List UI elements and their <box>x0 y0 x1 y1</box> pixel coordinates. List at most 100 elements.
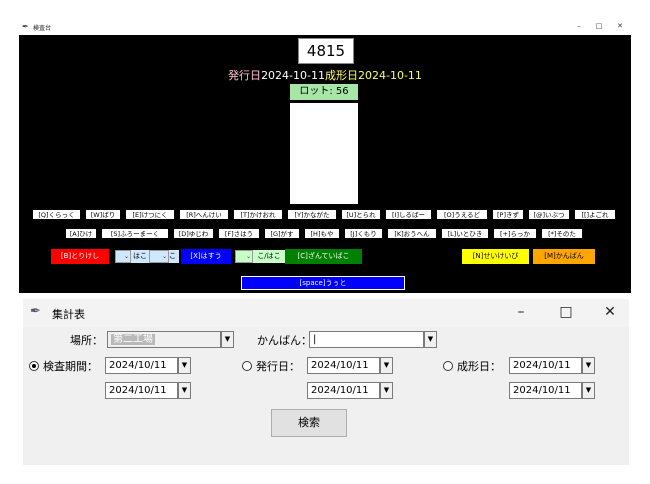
key-silver-button[interactable]: [I]しるばー <box>385 209 432 220</box>
key-f-button[interactable]: [F]さはう <box>218 228 260 239</box>
period-from-select[interactable]: 2024/10/11 <box>105 357 178 374</box>
period-radio[interactable] <box>29 361 39 371</box>
kanban-value: | <box>313 334 317 345</box>
key-gas-button[interactable]: [G]がす <box>264 228 300 239</box>
key-short-button[interactable]: [E]けつにく <box>125 209 175 220</box>
output-button[interactable]: [space]うぅと <box>241 276 405 290</box>
close-button[interactable]: ✕ <box>613 22 627 30</box>
maximize-button[interactable]: □ <box>592 22 606 30</box>
issue-from-value: 2024/10/11 <box>311 360 369 371</box>
search-button[interactable]: 検索 <box>271 409 347 437</box>
lot-label: ロット: 56 <box>290 84 358 100</box>
date-line: 発行日2024-10-11成形日2024-10-11 <box>19 67 631 83</box>
period-to-select[interactable]: 2024/10/11 <box>105 382 178 399</box>
kanban-button[interactable]: [M]かんばん <box>533 249 595 264</box>
mold-date-button[interactable]: [N]せいけいび <box>462 249 529 264</box>
minimize-button[interactable]: – <box>511 304 531 320</box>
form-date-value: 2024-10-11 <box>358 69 422 82</box>
key-dirt-button[interactable]: [[]よごれ <box>574 209 616 220</box>
period-from-dropdown[interactable]: ▼ <box>178 357 191 374</box>
chevron-down-icon: ⌄ <box>245 253 251 260</box>
chevron-down-icon: ▼ <box>181 386 188 394</box>
inspection-window-title: 検査台 <box>33 25 52 32</box>
form-to-value: 2024/10/11 <box>513 385 571 396</box>
form-date-label: 成形日 <box>325 69 358 82</box>
issue-to-dropdown[interactable]: ▼ <box>380 382 393 399</box>
issue-from-select[interactable]: 2024/10/11 <box>307 357 380 374</box>
place-select[interactable]: 第二工場 <box>107 331 221 348</box>
kanban-input[interactable]: | <box>309 331 424 348</box>
key-flow-button[interactable]: [S]ふろーまーく <box>101 228 169 239</box>
inspection-window: ✒ 検査台 – □ ✕ 4815 発行日2024-10-11成形日2024-10… <box>19 21 631 293</box>
kanban-label: かんばん： <box>257 334 312 347</box>
feather-icon: ✒ <box>30 304 41 319</box>
key-weld-button[interactable]: [O]うえるど <box>436 209 488 220</box>
per-box-label: こ/はこ <box>253 250 285 263</box>
key-weldline-button[interactable]: [D]ゆじわ <box>173 228 214 239</box>
period-from-value: 2024/10/11 <box>109 360 167 371</box>
form-from-select[interactable]: 2024/10/11 <box>509 357 582 374</box>
chevron-down-icon: ▼ <box>585 386 592 394</box>
key-burr-button[interactable]: [W]ばり <box>85 209 121 220</box>
chevron-down-icon: ▼ <box>383 361 390 369</box>
place-label: 場所： <box>70 334 103 347</box>
chevron-down-icon: ▼ <box>181 361 188 369</box>
key-chip-button[interactable]: [T]かけおれ <box>233 209 283 220</box>
per-box-input[interactable]: ⌄ <box>235 250 253 263</box>
form-from-dropdown[interactable]: ▼ <box>582 357 595 374</box>
period-to-dropdown[interactable]: ▼ <box>178 382 191 399</box>
feather-icon: ✒ <box>22 22 29 31</box>
cancel-button[interactable]: [B]とりけし <box>51 249 109 264</box>
issue-to-select[interactable]: 2024/10/11 <box>307 382 380 399</box>
form-to-dropdown[interactable]: ▼ <box>582 382 595 399</box>
key-foreign-button[interactable]: [@]いぶつ <box>528 209 570 220</box>
piece-count-input[interactable]: ⌄ <box>149 250 169 263</box>
maximize-button[interactable]: □ <box>556 304 576 320</box>
image-panel <box>290 103 358 204</box>
key-other-button[interactable]: [*]そのた <box>541 228 583 239</box>
issue-to-value: 2024/10/11 <box>311 385 369 396</box>
issue-date-value: 2024-10-11 <box>261 69 325 82</box>
chevron-down-icon: ⌄ <box>123 253 129 260</box>
form-to-select[interactable]: 2024/10/11 <box>509 382 582 399</box>
summary-titlebar: ✒ 集計表 – □ ✕ <box>23 299 629 327</box>
box-count-input[interactable]: ⌄ <box>115 250 131 263</box>
chevron-down-icon: ⌄ <box>161 253 167 260</box>
chevron-down-icon: ▼ <box>585 361 592 369</box>
key-scratch-button[interactable]: [P]きず <box>492 209 524 220</box>
summary-window: ✒ 集計表 – □ ✕ 場所： 第二工場 ▼ かんばん： | ▼ 検査期間： 2… <box>23 299 629 465</box>
form-from-value: 2024/10/11 <box>513 360 571 371</box>
key-sink-button[interactable]: [A]ひけ <box>65 228 97 239</box>
key-deform-button[interactable]: [R]へんけい <box>179 209 229 220</box>
key-yellow-button[interactable]: [K]おうへん <box>387 228 437 239</box>
chevron-down-icon: ▼ <box>427 335 434 343</box>
temp-box-button[interactable]: [C]ざんていばこ <box>285 249 362 264</box>
summary-window-title: 集計表 <box>52 308 85 321</box>
piece-label: こ <box>169 250 179 263</box>
fraction-button[interactable]: [X]はすう <box>181 249 231 264</box>
key-peel-button[interactable]: [U]とられ <box>341 209 381 220</box>
key-string-button[interactable]: [L]いとひき <box>441 228 489 239</box>
key-cloud-button[interactable]: [J]くもり <box>344 228 383 239</box>
issue-radio[interactable] <box>242 361 252 371</box>
key-haze-button[interactable]: [H]もや <box>304 228 340 239</box>
minimize-button[interactable]: – <box>572 22 586 30</box>
issue-date-label: 発行日 <box>228 69 262 82</box>
key-mold-button[interactable]: [Y]かながた <box>287 209 337 220</box>
chevron-down-icon: ▼ <box>383 386 390 394</box>
chevron-down-icon: ▼ <box>224 335 231 343</box>
issue-from-dropdown[interactable]: ▼ <box>380 357 393 374</box>
place-dropdown-button[interactable]: ▼ <box>221 331 234 348</box>
count-display: 4815 <box>298 38 354 64</box>
key-drop-button[interactable]: [+]らっか <box>493 228 537 239</box>
place-value: 第二工場 <box>111 334 155 345</box>
close-button[interactable]: ✕ <box>600 304 620 320</box>
kanban-dropdown-button[interactable]: ▼ <box>424 331 437 348</box>
period-to-value: 2024/10/11 <box>109 385 167 396</box>
form-radio[interactable] <box>443 361 453 371</box>
period-label: 検査期間： <box>43 360 98 373</box>
form-label: 成形日： <box>457 360 501 373</box>
box-label: はこ <box>131 250 149 263</box>
inspection-titlebar: ✒ 検査台 – □ ✕ <box>19 21 631 35</box>
key-crack-button[interactable]: [Q]くらっく <box>32 209 81 220</box>
